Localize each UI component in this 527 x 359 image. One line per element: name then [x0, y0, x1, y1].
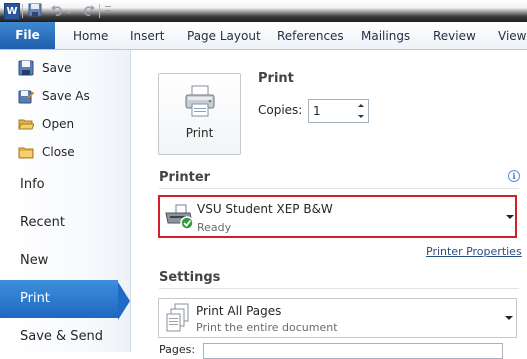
printer-status: Ready: [197, 221, 232, 234]
nav-open[interactable]: Open: [0, 111, 130, 137]
nav-save-as[interactable]: Save As: [0, 83, 130, 109]
printer-device-icon: [165, 204, 194, 230]
tab-references[interactable]: References: [277, 22, 344, 49]
open-folder-icon: [18, 119, 34, 130]
nav-new[interactable]: New: [0, 242, 130, 280]
copies-label: Copies:: [258, 103, 303, 117]
print-button[interactable]: Print: [158, 73, 241, 155]
section-divider: [159, 188, 519, 189]
tab-mailings[interactable]: Mailings: [361, 22, 410, 49]
toolbar-separator: [22, 4, 23, 18]
selected-nav-pointer: [118, 282, 130, 320]
print-heading: Print: [258, 71, 294, 86]
tab-view[interactable]: View: [498, 22, 526, 49]
copies-spinner: [308, 99, 369, 123]
section-divider: [159, 288, 519, 289]
save-as-icon: [18, 90, 34, 104]
undo-dropdown-icon[interactable]: [65, 3, 73, 17]
nav-recent[interactable]: Recent: [0, 204, 130, 242]
redo-icon[interactable]: [82, 3, 96, 17]
save-icon[interactable]: [28, 3, 42, 17]
print-range-title: Print All Pages: [196, 304, 282, 318]
file-tab[interactable]: File: [0, 22, 55, 49]
close-folder-icon: [18, 147, 34, 159]
chevron-down-icon: [506, 215, 514, 219]
print-range-description: Print the entire document: [196, 321, 338, 334]
print-range-dropdown[interactable]: Print All Pages Print the entire documen…: [158, 298, 517, 338]
printer-heading: Printer: [159, 170, 211, 185]
printer-icon: [185, 85, 215, 117]
save-icon: [18, 60, 34, 76]
nav-print[interactable]: Print: [0, 280, 118, 318]
title-bar: W: [0, 0, 527, 22]
increment-icon[interactable]: [355, 100, 367, 111]
settings-heading: Settings: [159, 270, 221, 285]
nav-save[interactable]: Save: [0, 55, 130, 81]
all-pages-icon: [166, 303, 189, 332]
backstage-nav: Save Save As Open Close Info Recent New …: [0, 50, 131, 352]
nav-close[interactable]: Close: [0, 139, 130, 165]
nav-save-and-send[interactable]: Save & Send: [0, 318, 130, 356]
tab-review[interactable]: Review: [433, 22, 476, 49]
pages-input[interactable]: [203, 343, 503, 359]
info-icon[interactable]: i: [508, 170, 520, 182]
tab-home[interactable]: Home: [73, 22, 108, 49]
printer-name: VSU Student XEP B&W: [197, 202, 333, 216]
nav-info[interactable]: Info: [0, 166, 130, 204]
tab-page-layout[interactable]: Page Layout: [187, 22, 261, 49]
word-logo-icon[interactable]: W: [4, 3, 20, 20]
tab-insert[interactable]: Insert: [130, 22, 164, 49]
undo-icon[interactable]: [50, 3, 64, 17]
toolbar-separator: [99, 4, 100, 18]
pages-label: Pages:: [159, 343, 196, 356]
copies-input[interactable]: [309, 100, 357, 122]
printer-properties-link[interactable]: Printer Properties: [426, 245, 522, 258]
customize-toolbar-icon[interactable]: [104, 3, 112, 17]
chevron-down-icon: [505, 316, 513, 320]
printer-dropdown[interactable]: VSU Student XEP B&W Ready: [158, 195, 517, 238]
decrement-icon[interactable]: [355, 111, 367, 122]
